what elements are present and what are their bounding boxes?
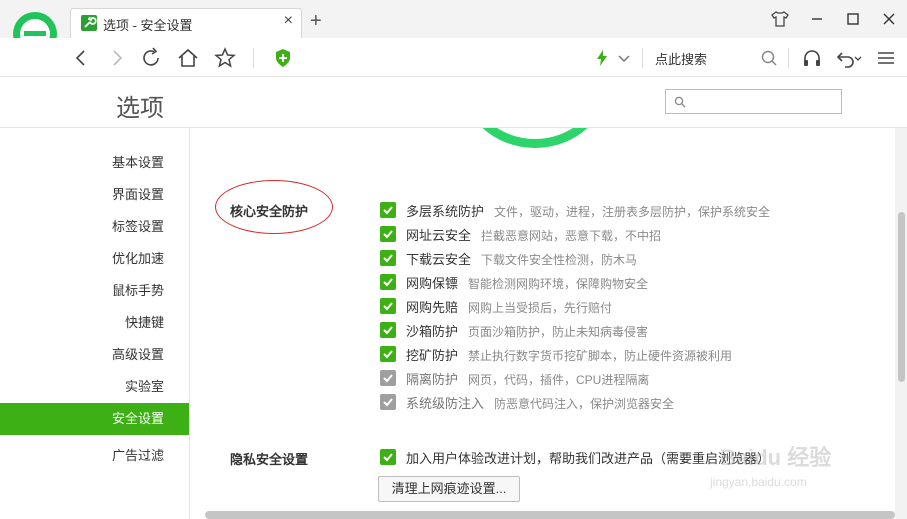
- sidebar-item-lab[interactable]: 实验室: [0, 371, 189, 403]
- privacy-security-label: 隐私安全设置: [230, 452, 309, 467]
- back-icon[interactable]: [70, 46, 94, 70]
- sidebar-item-tabs[interactable]: 标签设置: [0, 211, 189, 243]
- sidebar-item-optimize[interactable]: 优化加速: [0, 243, 189, 275]
- watermark-url-text: jingyan.baidu.com: [710, 475, 807, 489]
- checkbox-checked[interactable]: [380, 449, 396, 465]
- option-label: 下载云安全: [406, 252, 472, 267]
- toolbar-divider: [253, 48, 254, 68]
- toolbar-divider: [642, 48, 643, 68]
- vertical-scroll-thumb[interactable]: [898, 212, 905, 382]
- minimize-icon[interactable]: [805, 8, 829, 30]
- option-label: 网购先赔: [406, 300, 459, 315]
- home-icon[interactable]: [176, 46, 200, 70]
- option-label: 网购保镖: [406, 276, 459, 291]
- skin-shirt-icon[interactable]: [768, 8, 792, 30]
- horizontal-scroll-thumb[interactable]: [205, 511, 895, 519]
- option-label: 系统级防注入: [406, 396, 485, 411]
- clear-browsing-traces-button[interactable]: 清理上网痕迹设置...: [378, 476, 520, 502]
- highlight-annotation: [215, 180, 333, 234]
- options-search-input[interactable]: [665, 89, 842, 114]
- security-status-ring: [460, 128, 610, 148]
- lightning-icon[interactable]: [590, 46, 614, 70]
- sidebar-item-interface[interactable]: 界面设置: [0, 179, 189, 211]
- option-label: 挖矿防护: [406, 348, 459, 363]
- option-label: 沙箱防护: [406, 324, 459, 339]
- baidu-jingyan-watermark: Baidu 经验 jingyan.baidu.com: [700, 420, 895, 500]
- option-description: 下载文件安全性检测，防木马: [481, 253, 638, 267]
- option-description: 禁止执行数字货币挖矿脚本，防止硬件资源被利用: [468, 349, 733, 363]
- sidebar-item-ad-filter[interactable]: 广告过滤: [0, 440, 189, 472]
- close-window-icon[interactable]: [877, 8, 901, 30]
- watermark-main-text: Baidu 经验: [720, 445, 832, 470]
- option-label: 网址云安全: [406, 228, 472, 243]
- sidebar-item-basic[interactable]: 基本设置: [0, 147, 189, 179]
- checkbox-checked-disabled: [380, 394, 396, 410]
- sidebar-item-advanced[interactable]: 高级设置: [0, 339, 189, 371]
- checkbox-checked[interactable]: [380, 226, 396, 242]
- checkbox-checked[interactable]: [380, 250, 396, 266]
- checkbox-checked[interactable]: [380, 202, 396, 218]
- option-description: 拦截恶意网站，恶意下载，不中招: [481, 229, 662, 243]
- checkbox-checked[interactable]: [380, 298, 396, 314]
- wrench-icon: [81, 15, 97, 31]
- sidebar-item-security[interactable]: 安全设置: [0, 403, 189, 435]
- toolbar-divider: [788, 48, 789, 68]
- option-description: 页面沙箱防护，防止未知病毒侵害: [468, 325, 649, 339]
- option-description: 防恶意代码注入，保护浏览器安全: [494, 397, 675, 411]
- option-label: 多层系统防护: [406, 204, 485, 219]
- option-label: 隔离防护: [406, 372, 459, 387]
- checkbox-checked[interactable]: [380, 322, 396, 338]
- title-bar: 选项 - 安全设置 × +: [0, 0, 907, 60]
- checkbox-checked-disabled: [380, 370, 396, 386]
- tab-title: 选项 - 安全设置: [103, 18, 193, 33]
- chevron-down-icon[interactable]: [612, 46, 636, 70]
- option-description: 网购上当受损后，先行赔付: [468, 301, 613, 315]
- checkbox-checked[interactable]: [380, 274, 396, 290]
- forward-icon[interactable]: [104, 46, 128, 70]
- checkbox-checked[interactable]: [380, 346, 396, 362]
- search-icon[interactable]: [757, 46, 781, 70]
- search-icon: [674, 96, 686, 108]
- sidebar: 基本设置 界面设置 标签设置 优化加速 鼠标手势 快捷键 高级设置 实验室 安全…: [0, 128, 190, 519]
- page-title: 选项: [116, 95, 164, 122]
- option-description: 文件，驱动，进程，注册表多层防护，保护系统安全: [494, 205, 771, 219]
- toolbar-search-input[interactable]: 点此搜索: [655, 49, 707, 68]
- menu-icon[interactable]: [874, 46, 898, 70]
- new-tab-button[interactable]: +: [310, 11, 322, 31]
- option-description: 网页，代码，插件，CPU进程隔离: [468, 373, 650, 387]
- headphones-icon[interactable]: [800, 46, 824, 70]
- tab-close-icon[interactable]: ×: [284, 12, 293, 30]
- toolbar: 点此搜索: [0, 38, 907, 77]
- security-shield-icon[interactable]: [271, 46, 295, 70]
- maximize-icon[interactable]: [841, 8, 865, 30]
- undo-dropdown-icon[interactable]: [852, 46, 864, 70]
- active-tab[interactable]: 选项 - 安全设置 ×: [70, 8, 302, 38]
- sidebar-item-mouse-gestures[interactable]: 鼠标手势: [0, 275, 189, 307]
- option-description: 智能检测网购环境，保障购物安全: [468, 277, 649, 291]
- refresh-icon[interactable]: [140, 46, 164, 70]
- favorite-star-icon[interactable]: [213, 46, 237, 70]
- sidebar-item-shortcuts[interactable]: 快捷键: [0, 307, 189, 339]
